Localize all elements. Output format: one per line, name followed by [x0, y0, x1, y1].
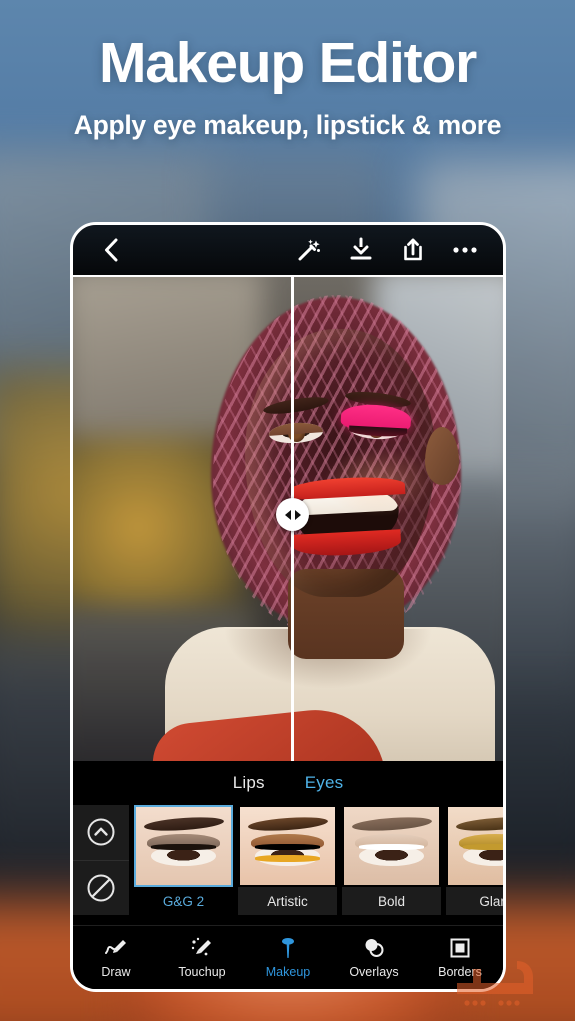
preset-thumbnail[interactable] [446, 805, 503, 887]
preset-item[interactable]: Glam [446, 805, 503, 915]
collapse-panel-button[interactable] [73, 805, 129, 860]
tab-eyes[interactable]: Eyes [305, 773, 344, 793]
editor-panel: Lips Eyes G&G 2 Artistic Bold Gla Draw T… [73, 761, 503, 989]
photo-preview[interactable] [73, 277, 503, 761]
brush-draw-icon [105, 940, 126, 954]
preset-item[interactable]: Artistic [238, 805, 337, 915]
chevron-left-icon [105, 238, 118, 262]
preset-label: Artistic [238, 887, 337, 915]
auto-enhance-button[interactable] [289, 230, 329, 270]
more-options-button[interactable] [445, 230, 485, 270]
page-subtitle: Apply eye makeup, lipstick & more [73, 110, 502, 141]
page-title: Makeup Editor [98, 31, 477, 95]
magic-wand-icon [298, 239, 320, 261]
red-lower-lip [292, 529, 402, 558]
more-icon [453, 247, 477, 253]
clear-effect-button[interactable] [73, 859, 129, 916]
bottom-nav: Draw Touchup Makeup Overlays Borders [73, 925, 503, 989]
swatch-liner [463, 844, 503, 850]
eye-swatch-art [136, 807, 231, 885]
category-tabs: Lips Eyes [73, 761, 503, 805]
panel-side-buttons [73, 805, 129, 915]
nav-label: Draw [101, 965, 131, 979]
preset-carousel: G&G 2 Artistic Bold Gla [73, 805, 503, 915]
preset-item[interactable]: G&G 2 [134, 805, 233, 915]
nav-item-draw[interactable]: Draw [73, 936, 159, 979]
swatch-liner [255, 844, 320, 850]
app-toolbar [73, 225, 503, 277]
preset-label: G&G 2 [134, 887, 233, 915]
preset-thumbnail[interactable] [238, 805, 337, 887]
eye-swatch-art [344, 807, 439, 885]
nav-label: Makeup [265, 965, 311, 979]
eyelashes [348, 425, 408, 438]
none-circle-slash-icon [87, 874, 115, 902]
preset-list[interactable]: G&G 2 Artistic Bold Gla [129, 805, 503, 915]
preset-item[interactable]: Bold [342, 805, 441, 915]
left-right-arrows-icon [284, 509, 301, 520]
eye-swatch-art [448, 807, 503, 885]
swatch-gold-accent [255, 855, 320, 863]
nav-label: Touchup [178, 965, 226, 979]
swatch-liner [151, 844, 216, 850]
eye-swatch-art [240, 807, 335, 885]
promo-header: Makeup Editor Apply eye makeup, lipstick… [0, 34, 575, 141]
nav-item-overlays[interactable]: Overlays [331, 936, 417, 979]
back-button[interactable] [91, 230, 131, 270]
preset-thumbnail[interactable] [342, 805, 441, 887]
compare-slider-handle[interactable] [276, 498, 309, 531]
chevron-up-circle-icon [87, 818, 115, 846]
phone-frame: Lips Eyes G&G 2 Artistic Bold Gla Draw T… [70, 222, 506, 992]
site-watermark [457, 961, 533, 1006]
tab-lips[interactable]: Lips [233, 773, 265, 793]
overlapping-circles-icon [365, 939, 384, 957]
preset-thumbnail[interactable] [134, 805, 233, 887]
preset-label: Bold [342, 887, 441, 915]
nav-item-touchup[interactable]: Touchup [159, 936, 245, 979]
makeup-brush-icon [282, 938, 294, 959]
promo-screenshot: Makeup Editor Apply eye makeup, lipstick… [0, 0, 575, 1021]
swatch-white-liner [359, 844, 424, 850]
save-button[interactable] [341, 230, 381, 270]
nav-label: Overlays [349, 965, 399, 979]
share-button[interactable] [393, 230, 433, 270]
share-icon [404, 238, 422, 261]
brush-sparkle-icon [191, 937, 211, 956]
nav-item-makeup[interactable]: Makeup [245, 936, 331, 979]
download-icon [350, 237, 372, 260]
preset-label: Glam [446, 887, 503, 915]
